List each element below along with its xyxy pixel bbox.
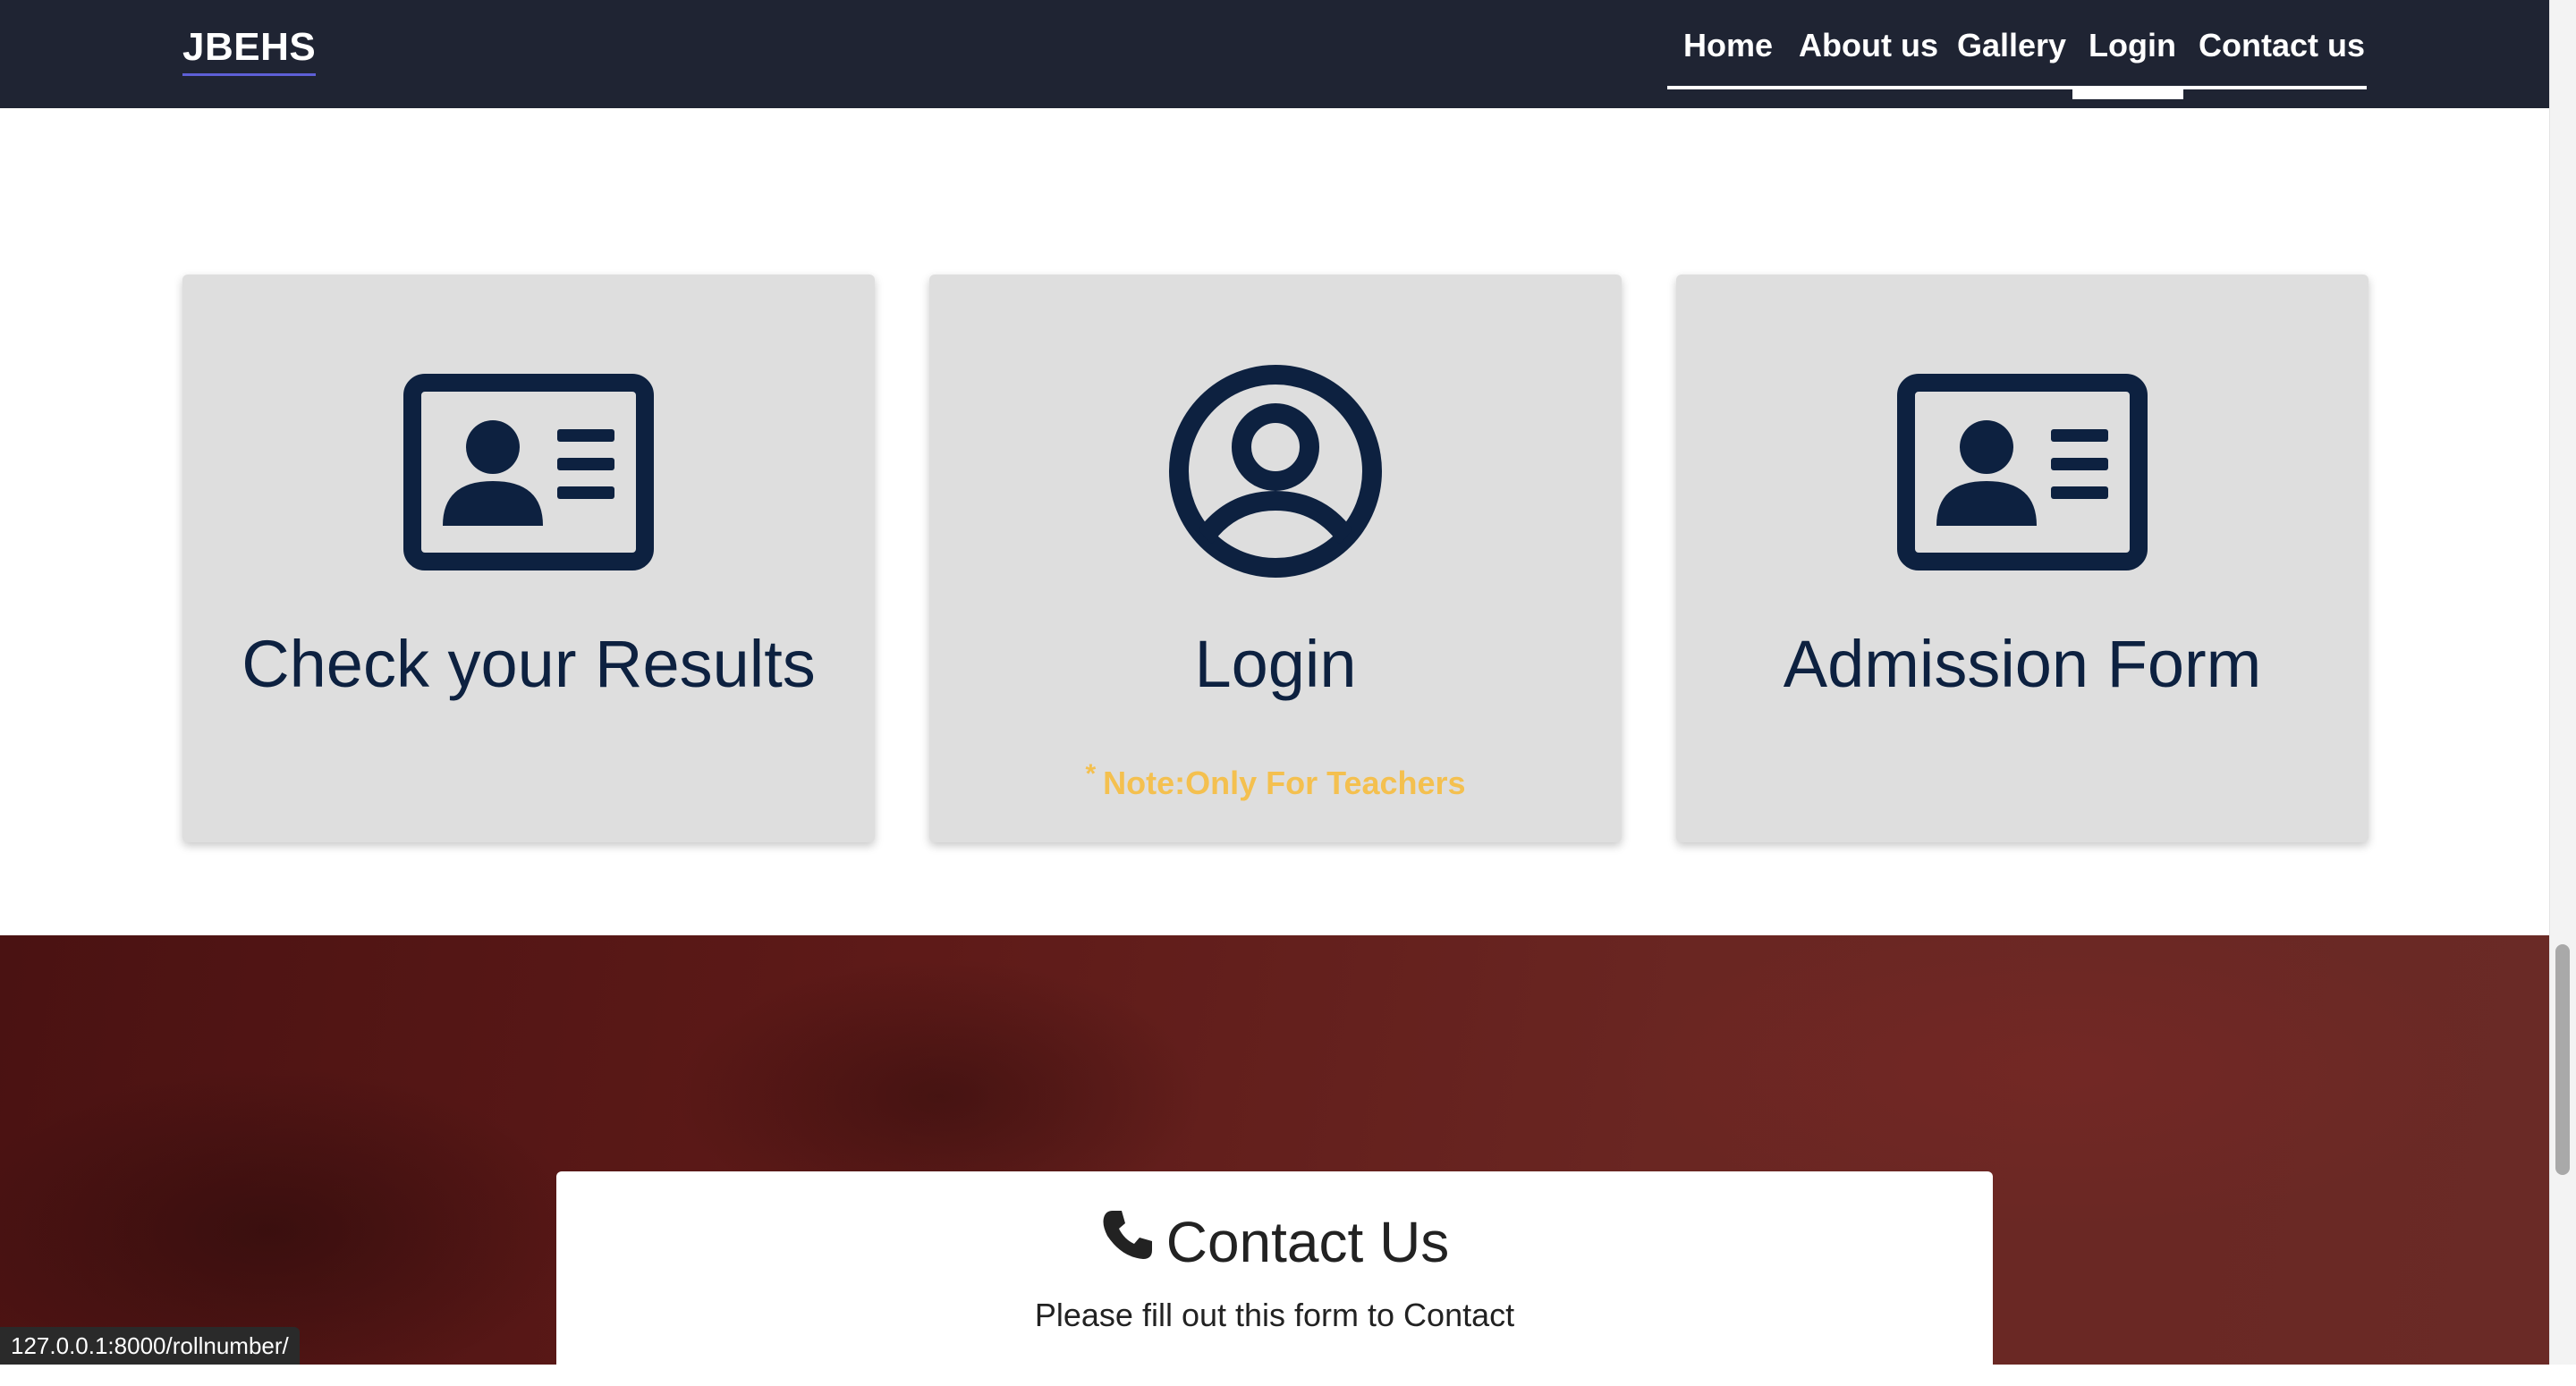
status-bar-url: 127.0.0.1:8000/rollnumber/ bbox=[0, 1327, 300, 1365]
brand-logo[interactable]: JBEHS bbox=[182, 25, 317, 76]
id-card-icon bbox=[1897, 374, 2148, 575]
teacher-note: * Note:Only For Teachers bbox=[929, 759, 1622, 802]
nav-active-indicator bbox=[2072, 89, 2183, 99]
id-card-icon bbox=[403, 374, 654, 575]
card-title: Login bbox=[1194, 627, 1357, 701]
card-admission-form[interactable]: Admission Form bbox=[1676, 275, 2368, 842]
phone-icon bbox=[1100, 1207, 1156, 1276]
nav-about-us[interactable]: About us bbox=[1799, 27, 1938, 64]
nav-login[interactable]: Login bbox=[2089, 27, 2176, 64]
page-scrollbar-thumb[interactable] bbox=[2555, 944, 2570, 1175]
note-text: Note:Only For Teachers bbox=[1103, 765, 1466, 801]
contact-heading: Contact Us bbox=[556, 1209, 1993, 1281]
card-login[interactable]: Login * Note:Only For Teachers bbox=[929, 275, 1622, 842]
note-star: * bbox=[1085, 759, 1097, 789]
card-title: Admission Form bbox=[1783, 627, 2262, 701]
nav-home[interactable]: Home bbox=[1683, 27, 1773, 64]
nav-gallery[interactable]: Gallery bbox=[1957, 27, 2066, 64]
nav-contact-us[interactable]: Contact us bbox=[2199, 27, 2365, 64]
card-title: Check your Results bbox=[242, 627, 816, 701]
card-check-results[interactable]: Check your Results bbox=[182, 275, 875, 842]
contact-form-panel: Contact Us Please fill out this form to … bbox=[556, 1171, 1993, 1386]
user-circle-icon bbox=[1166, 362, 1385, 585]
contact-title: Contact Us bbox=[1165, 1210, 1450, 1274]
contact-subtitle: Please fill out this form to Contact bbox=[1034, 1297, 1515, 1333]
top-navbar: JBEHS Home About us Gallery Login Contac… bbox=[0, 0, 2549, 108]
